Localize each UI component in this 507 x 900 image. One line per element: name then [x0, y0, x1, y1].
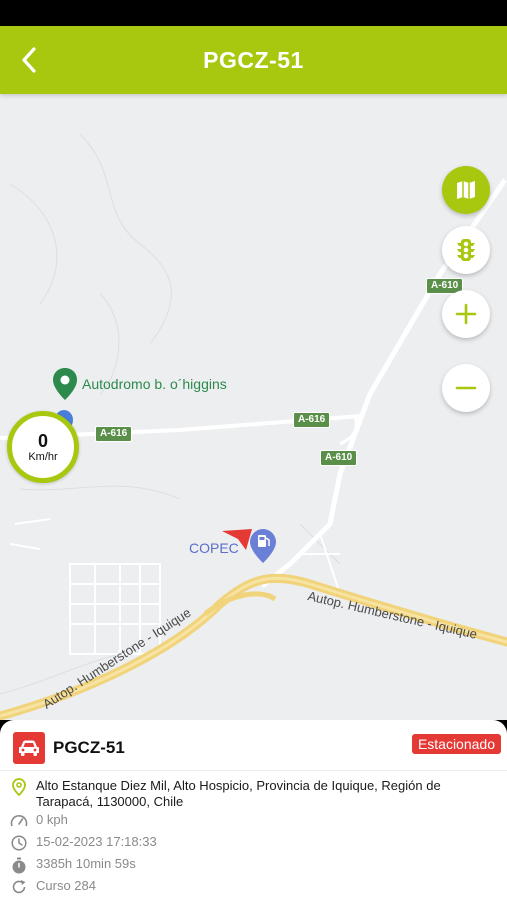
zoom-out-button[interactable]: [442, 364, 490, 412]
duration-text: 3385h 10min 59s: [36, 856, 136, 871]
map-pin-icon: [53, 368, 77, 400]
map-type-button[interactable]: [442, 166, 490, 214]
minus-icon: [455, 386, 477, 390]
status-bar: [0, 0, 507, 26]
car-badge: [13, 732, 45, 764]
plus-icon: [455, 303, 477, 325]
page-title: PGCZ-51: [203, 46, 304, 73]
traffic-button[interactable]: [442, 226, 490, 274]
timestamp-text: 15-02-2023 17:18:33: [36, 834, 157, 849]
refresh-icon: [12, 880, 26, 894]
speed-value: 0: [37, 431, 48, 451]
timestamp-row: 15-02-2023 17:18:33: [10, 834, 157, 852]
car-icon: [19, 740, 39, 756]
traffic-light-icon: [457, 239, 475, 261]
clock-icon: [11, 835, 27, 851]
address-row: Alto Estanque Diez Mil, Alto Hospicio, P…: [10, 778, 490, 810]
road-shield-a610-bottom: A-610: [320, 450, 358, 466]
poi-label: Autodromo b. o´higgins: [82, 376, 227, 392]
divider: [0, 770, 507, 771]
location-pin-icon: [12, 778, 26, 796]
vehicle-header[interactable]: PGCZ-51 Estacionado: [13, 732, 501, 764]
address-text: Alto Estanque Diez Mil, Alto Hospicio, P…: [36, 778, 441, 809]
stopwatch-icon: [12, 857, 26, 873]
speed-row: 0 kph: [10, 812, 68, 830]
vehicle-info-panel: PGCZ-51 Estacionado Alto Estanque Diez M…: [0, 720, 507, 900]
map-icon: [457, 181, 475, 199]
speed-gauge: 0 Km/hr: [7, 411, 79, 483]
zoom-in-button[interactable]: [442, 290, 490, 338]
map-view[interactable]: A-610 A-616 A-616 A-610 Autodromo b. o´h…: [0, 94, 507, 720]
vehicle-name: PGCZ-51: [53, 738, 125, 757]
chevron-left-icon: [22, 47, 36, 73]
vehicle-direction-icon: [222, 529, 252, 550]
app-header: PGCZ-51: [0, 26, 507, 94]
road-shield-a616-right: A-616: [293, 412, 331, 428]
speed-text: 0 kph: [36, 812, 68, 827]
duration-row: 3385h 10min 59s: [10, 856, 136, 874]
back-button[interactable]: [14, 44, 44, 76]
course-row: Curso 284: [10, 878, 96, 896]
status-badge: Estacionado: [411, 734, 501, 754]
road-shield-a616-left: A-616: [95, 426, 133, 442]
speed-unit: Km/hr: [28, 451, 58, 463]
speedometer-icon: [10, 815, 28, 827]
course-text: Curso 284: [36, 878, 96, 893]
